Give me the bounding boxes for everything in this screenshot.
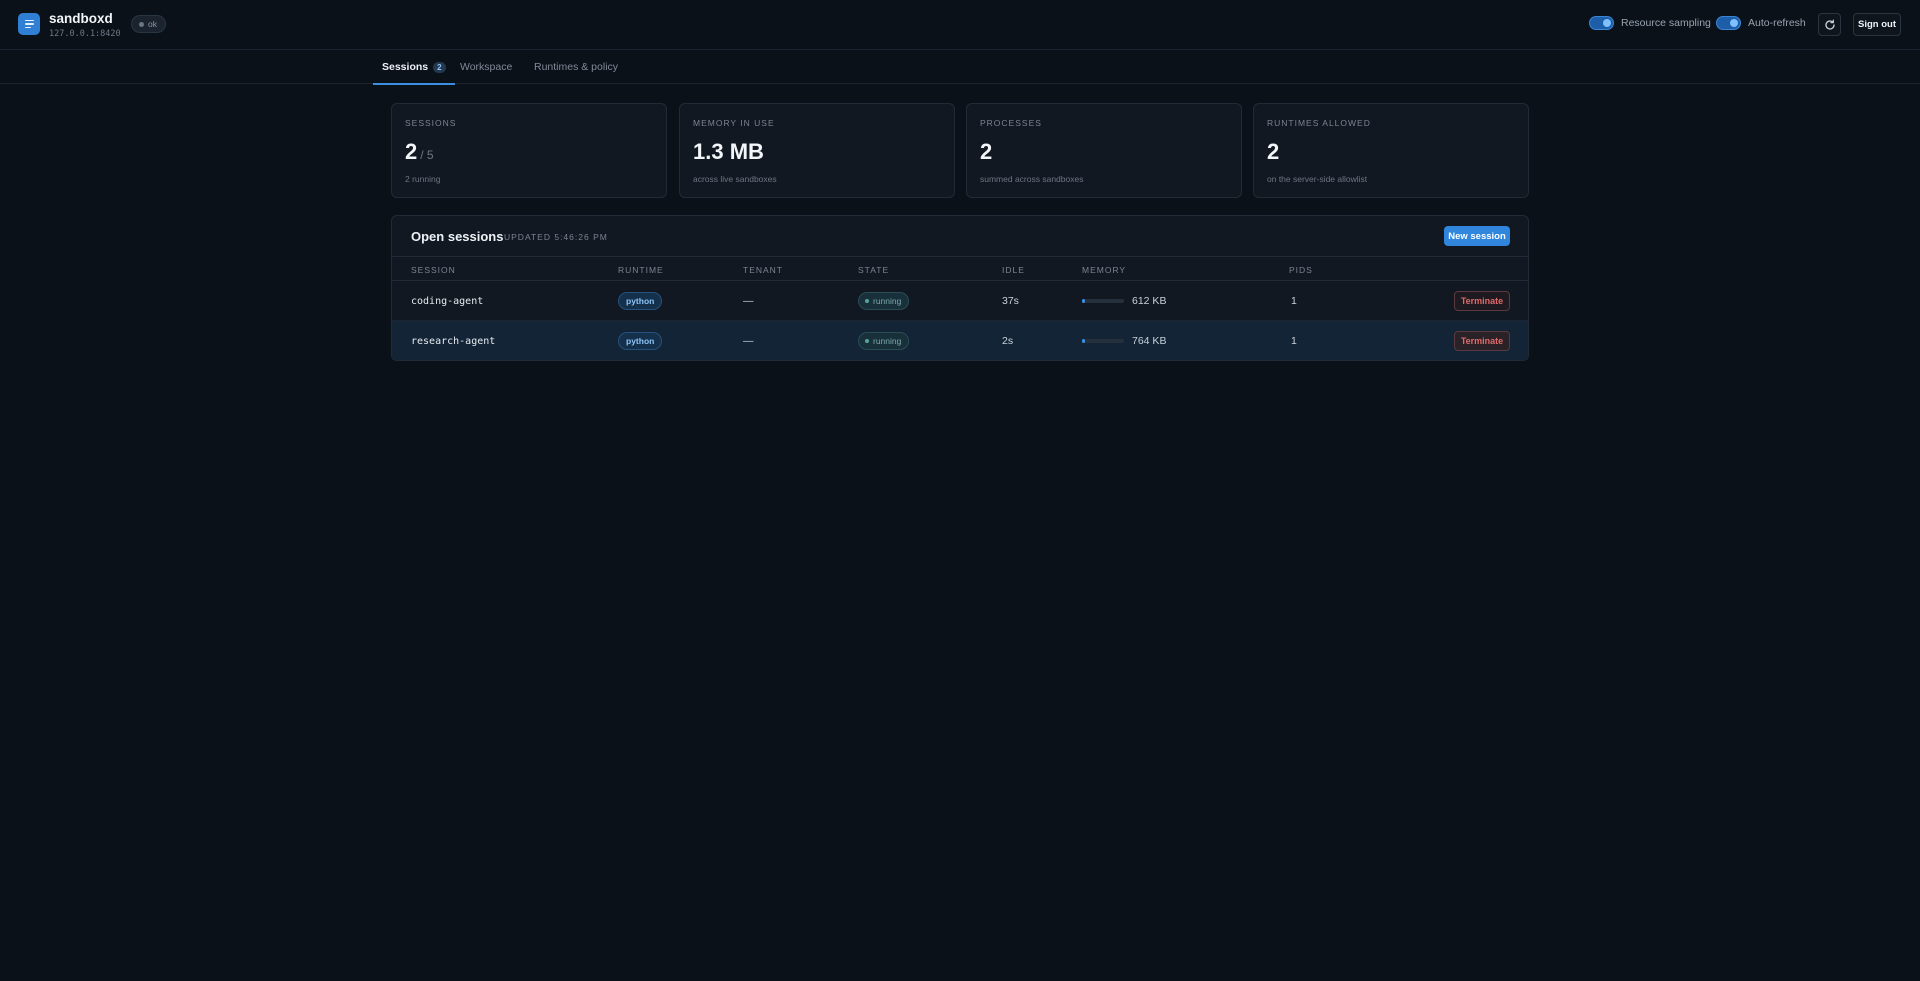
stat-value: 2 <box>1267 139 1280 164</box>
updated-timestamp: UPDATED 5:46:26 PM <box>504 232 608 242</box>
resource-sampling-label: Resource sampling <box>1621 17 1711 29</box>
pids-value: 1 <box>1291 335 1297 347</box>
sandboxd-logo-icon <box>18 13 40 35</box>
resource-sampling-toggle-group[interactable]: Resource sampling <box>1589 16 1711 30</box>
state-dot-icon <box>865 299 869 303</box>
panel-header: Open sessions UPDATED 5:46:26 PM New ses… <box>392 216 1528 257</box>
refresh-button[interactable] <box>1818 13 1841 36</box>
column-header-memory: MEMORY <box>1082 265 1127 275</box>
memory-value: 612 KB <box>1132 295 1167 307</box>
column-header-pids: PIDS <box>1289 265 1313 275</box>
memory-cell: 764 KB <box>1082 321 1167 360</box>
terminate-button[interactable]: Terminate <box>1454 291 1510 311</box>
stat-card-sessions: SESSIONS 2/ 5 2 running <box>391 103 667 198</box>
column-header-idle: IDLE <box>1002 265 1025 275</box>
tab-runtimes-policy-label: Runtimes & policy <box>534 61 619 73</box>
session-name: coding-agent <box>411 295 484 307</box>
app-name: sandboxd <box>49 11 113 26</box>
open-sessions-panel: Open sessions UPDATED 5:46:26 PM New ses… <box>391 215 1529 361</box>
runtime-badge: python <box>618 292 663 310</box>
tab-workspace[interactable]: Workspace <box>460 50 512 84</box>
runtime-cell: python <box>618 281 663 321</box>
runtime-badge: python <box>618 332 663 350</box>
memory-bar-fill <box>1082 299 1085 303</box>
state-label: running <box>873 336 902 346</box>
stat-value: 2 <box>980 139 993 164</box>
session-name: research-agent <box>411 335 496 347</box>
stat-label: RUNTIMES ALLOWED <box>1267 118 1371 128</box>
top-bar: sandboxd 127.0.0.1:8420 ok Resource samp… <box>0 0 1920 50</box>
sign-out-button[interactable]: Sign out <box>1853 13 1901 36</box>
table-row[interactable]: research-agent python — running 2s 764 K… <box>392 321 1528 360</box>
idle-value: 2s <box>1002 335 1014 347</box>
state-dot-icon <box>865 339 869 343</box>
status-badge: ok <box>131 15 166 33</box>
column-header-tenant: TENANT <box>743 265 783 275</box>
stat-label: SESSIONS <box>405 118 457 128</box>
auto-refresh-label: Auto-refresh <box>1748 17 1806 29</box>
state-label: running <box>873 296 902 306</box>
memory-cell: 612 KB <box>1082 281 1166 321</box>
tab-workspace-label: Workspace <box>460 61 513 73</box>
host-address: 127.0.0.1:8420 <box>49 29 121 39</box>
stat-value-wrap: 2/ 5 <box>405 139 653 165</box>
state-badge: running <box>858 332 910 350</box>
stat-sub: on the server-side allowlist <box>1267 174 1368 184</box>
tab-sessions-count: 2 <box>433 61 446 73</box>
table-header: SESSION RUNTIME TENANT STATE IDLE MEMORY… <box>392 257 1528 281</box>
runtime-cell: python <box>618 321 663 360</box>
refresh-icon <box>1824 19 1835 30</box>
stat-denominator: / 5 <box>420 148 434 162</box>
tab-sessions[interactable]: Sessions 2 <box>373 50 455 85</box>
stat-label: MEMORY IN USE <box>693 118 775 128</box>
state-badge: running <box>858 292 910 310</box>
column-header-session: SESSION <box>411 265 456 275</box>
stat-value: 2 <box>405 139 418 164</box>
stat-value: 1.3 MB <box>693 139 764 164</box>
idle-value: 37s <box>1002 295 1019 307</box>
panel-title: Open sessions <box>411 229 504 244</box>
state-cell: running <box>858 281 910 321</box>
stat-label: PROCESSES <box>980 118 1042 128</box>
tenant-value: — <box>743 295 754 307</box>
tenant-value: — <box>743 335 754 347</box>
column-header-runtime: RUNTIME <box>618 265 664 275</box>
status-label: ok <box>148 19 157 29</box>
tab-sessions-label: Sessions <box>382 61 429 73</box>
stat-sub: summed across sandboxes <box>980 174 1084 184</box>
tab-bar: Sessions 2 Workspace Runtimes & policy <box>0 50 1920 85</box>
stat-card-memory: MEMORY IN USE 1.3 MB across live sandbox… <box>679 103 955 198</box>
memory-bar <box>1082 339 1124 343</box>
column-header-state: STATE <box>858 265 890 275</box>
memory-bar-fill <box>1082 339 1085 343</box>
auto-refresh-toggle-group[interactable]: Auto-refresh <box>1716 16 1806 30</box>
terminate-button[interactable]: Terminate <box>1454 331 1510 351</box>
state-cell: running <box>858 321 910 360</box>
new-session-button[interactable]: New session <box>1444 226 1510 246</box>
auto-refresh-toggle[interactable] <box>1716 16 1741 30</box>
pids-value: 1 <box>1291 295 1297 307</box>
tab-runtimes-policy[interactable]: Runtimes & policy <box>534 50 618 84</box>
stat-sub: 2 running <box>405 174 441 184</box>
stat-card-processes: PROCESSES 2 summed across sandboxes <box>966 103 1242 198</box>
resource-sampling-toggle[interactable] <box>1589 16 1614 30</box>
brand: sandboxd 127.0.0.1:8420 <box>49 11 121 39</box>
memory-bar <box>1082 299 1124 303</box>
stat-card-runtimes: RUNTIMES ALLOWED 2 on the server-side al… <box>1253 103 1529 198</box>
memory-value: 764 KB <box>1132 335 1167 347</box>
status-dot-icon <box>139 21 144 27</box>
table-row[interactable]: coding-agent python — running 37s 612 KB… <box>392 281 1528 321</box>
stat-sub: across live sandboxes <box>693 174 777 184</box>
